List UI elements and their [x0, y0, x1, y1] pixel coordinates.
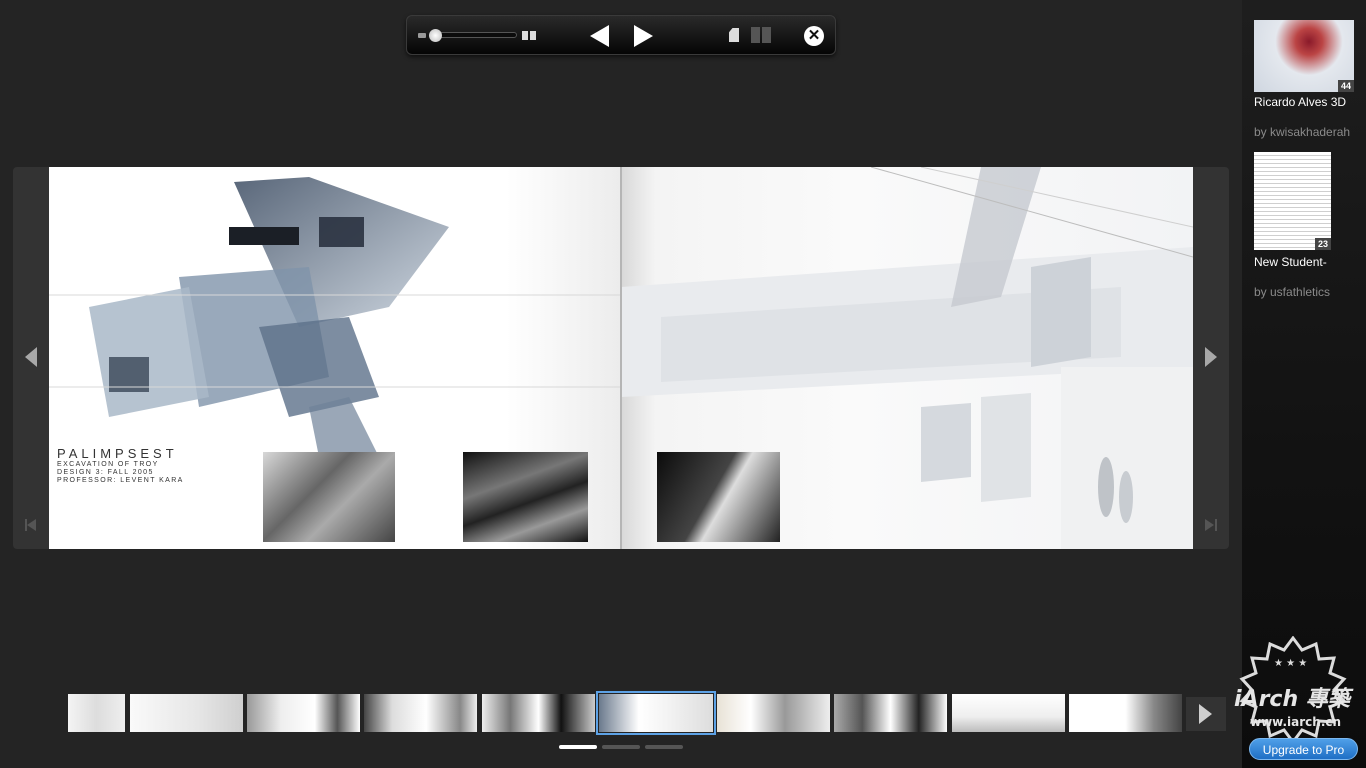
- zoom-slider-track[interactable]: [429, 32, 517, 38]
- related-cover-2[interactable]: 23: [1254, 152, 1331, 250]
- viewer-stage: ✕ PALIMPSEST EXCAVATION OF TROY DESIGN 3…: [0, 0, 1242, 768]
- thumbnail-8[interactable]: [834, 694, 947, 732]
- document-title: PALIMPSEST: [57, 446, 178, 461]
- related-page-count-1: 44: [1337, 80, 1354, 92]
- iarch-watermark-logo: ★ ★ ★ iArch 專築 www.iarch.cn: [1234, 636, 1354, 745]
- related-author-1[interactable]: by kwisakhaderah: [1254, 125, 1350, 139]
- thumbnail-pager-dot-3[interactable]: [645, 745, 683, 749]
- previous-page-button[interactable]: [590, 25, 609, 47]
- thumbnail-2[interactable]: [130, 694, 243, 732]
- watermark-brand: iArch 專築: [1234, 686, 1354, 712]
- page-viewer: PALIMPSEST EXCAVATION OF TROY DESIGN 3: …: [13, 167, 1229, 549]
- model-photo-2: [463, 452, 588, 542]
- document-subtitle-1: EXCAVATION OF TROY: [57, 461, 159, 468]
- thumbnail-7[interactable]: [717, 694, 830, 732]
- thumbnail-strip: [68, 691, 1184, 735]
- first-page-button[interactable]: [25, 519, 37, 531]
- next-spread-arrow-icon[interactable]: [1205, 347, 1217, 367]
- related-item-2[interactable]: 23 New Student- by usfathletics: [1254, 152, 1354, 302]
- svg-text:★ ★ ★: ★ ★ ★: [1274, 658, 1307, 669]
- related-item-1[interactable]: 44 Ricardo Alves 3D by kwisakhaderah: [1254, 20, 1354, 140]
- thumbnail-strip-next-button[interactable]: [1186, 697, 1226, 731]
- single-page-view-icon[interactable]: [729, 28, 739, 42]
- related-title-2[interactable]: New Student-: [1254, 255, 1327, 269]
- model-photo-1: [263, 452, 395, 542]
- document-subtitle-3: PROFESSOR: LEVENT KARA: [57, 477, 184, 484]
- page-gutter: [620, 167, 622, 549]
- related-author-2[interactable]: by usfathletics: [1254, 285, 1330, 299]
- interior-photo: [657, 452, 780, 542]
- right-page[interactable]: [621, 167, 1193, 549]
- related-page-count-2: 23: [1314, 238, 1331, 250]
- architecture-render-image: [49, 177, 621, 457]
- upgrade-to-pro-button[interactable]: Upgrade to Pro: [1249, 738, 1358, 760]
- reader-toolbar: ✕: [406, 15, 836, 55]
- thumbnail-1[interactable]: [68, 694, 125, 732]
- close-button[interactable]: ✕: [804, 26, 824, 46]
- related-title-1[interactable]: Ricardo Alves 3D: [1254, 95, 1346, 109]
- zoom-in-icon[interactable]: [522, 31, 536, 40]
- thumbnail-6-current[interactable]: [596, 691, 716, 735]
- thumbnail-5[interactable]: [482, 694, 595, 732]
- document-subtitle-2: DESIGN 3: FALL 2005: [57, 469, 154, 476]
- thumbnail-pager-dot-1[interactable]: [559, 745, 597, 749]
- previous-spread-arrow-icon[interactable]: [25, 347, 37, 367]
- thumbnail-4[interactable]: [364, 694, 477, 732]
- last-page-button[interactable]: [1205, 519, 1217, 531]
- thumbnail-pager-dot-2[interactable]: [602, 745, 640, 749]
- left-page[interactable]: PALIMPSEST EXCAVATION OF TROY DESIGN 3: …: [49, 167, 621, 549]
- zoom-slider-thumb[interactable]: [429, 29, 442, 42]
- next-page-button[interactable]: [634, 25, 653, 47]
- watermark-url: www.iarch.cn: [1250, 715, 1341, 729]
- two-page-view-icon[interactable]: [751, 27, 771, 43]
- related-cover-1[interactable]: 44: [1254, 20, 1354, 92]
- thumbnail-9[interactable]: [952, 694, 1065, 732]
- document-title-block: PALIMPSEST EXCAVATION OF TROY DESIGN 3: …: [57, 446, 184, 485]
- thumbnail-3[interactable]: [247, 694, 360, 732]
- zoom-out-icon[interactable]: [418, 33, 426, 38]
- page-spread[interactable]: PALIMPSEST EXCAVATION OF TROY DESIGN 3: …: [49, 167, 1193, 549]
- thumbnail-10[interactable]: [1069, 694, 1182, 732]
